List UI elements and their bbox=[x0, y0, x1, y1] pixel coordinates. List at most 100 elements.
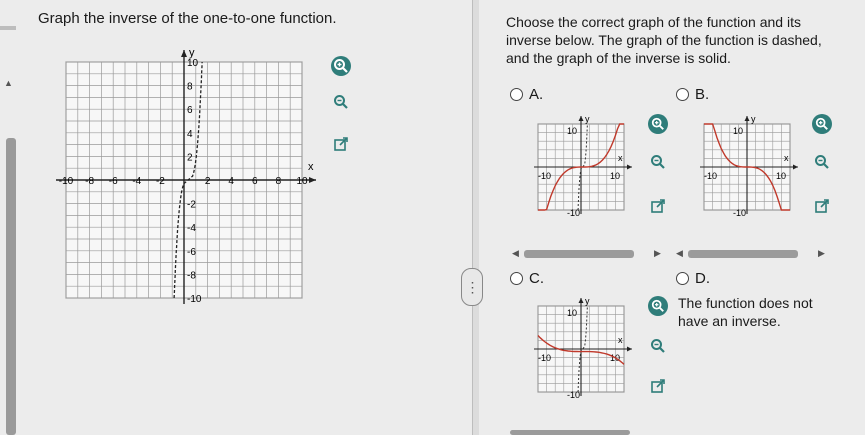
y-axis-arrow bbox=[181, 50, 187, 57]
x-axis-arrow bbox=[309, 177, 316, 183]
option-a-label: A. bbox=[529, 86, 544, 103]
zoom-out-icon bbox=[651, 339, 665, 353]
x-tick-label: 2 bbox=[205, 176, 211, 187]
x-tick-label: 10 bbox=[296, 176, 308, 187]
y-tick-label: 2 bbox=[187, 152, 193, 163]
pane-divider[interactable] bbox=[472, 0, 479, 435]
option-d-label: D. bbox=[695, 270, 710, 287]
option-b-zoom-out-button[interactable] bbox=[812, 152, 832, 172]
external-link-icon bbox=[334, 137, 348, 151]
y-top-label: 10 bbox=[733, 126, 743, 136]
option-a-zoom-out-button[interactable] bbox=[648, 152, 668, 172]
y-tick-label: 4 bbox=[187, 129, 193, 140]
y-top-label: 10 bbox=[567, 126, 577, 136]
x-tick-label: 8 bbox=[276, 176, 282, 187]
option-d-radio[interactable] bbox=[676, 272, 689, 285]
option-c-scrollbar[interactable] bbox=[510, 430, 630, 435]
option-b-graph[interactable]: 10 10 -10 -10 y x bbox=[694, 110, 806, 222]
y-axis-label: y bbox=[585, 296, 590, 306]
x-axis-arrow bbox=[627, 346, 632, 352]
y-bottom-label: -10 bbox=[733, 208, 746, 218]
option-c[interactable]: C. bbox=[510, 270, 544, 287]
option-b-scroll-right-icon[interactable]: ▶ bbox=[818, 248, 825, 259]
left-scrollbar[interactable] bbox=[6, 138, 16, 435]
y-tick-label: -10 bbox=[187, 294, 202, 305]
option-c-zoom-in-button[interactable] bbox=[648, 296, 668, 316]
collapse-tab[interactable] bbox=[0, 26, 16, 30]
option-c-zoom-out-button[interactable] bbox=[648, 336, 668, 356]
zoom-in-icon bbox=[651, 299, 664, 312]
main-graph[interactable]: yx-10 -8 -6 -4 -2 2 4 6 8 10108642-2-4-6-8-10 bbox=[40, 42, 330, 312]
option-a-scrollbar[interactable] bbox=[524, 250, 634, 258]
option-c-graph[interactable]: 1010-10-10yx bbox=[528, 292, 640, 404]
option-c-label: C. bbox=[529, 270, 544, 287]
x-left-label: -10 bbox=[538, 171, 551, 181]
y-axis-arrow bbox=[744, 116, 750, 121]
x-left-label: -10 bbox=[704, 171, 717, 181]
external-link-icon bbox=[815, 199, 829, 213]
option-a-radio[interactable] bbox=[510, 88, 523, 101]
option-a-open-button[interactable] bbox=[648, 196, 668, 216]
x-right-label: 10 bbox=[776, 171, 786, 181]
y-tick-label: -6 bbox=[187, 247, 196, 258]
option-a-graph[interactable]: 1010-10-10yx bbox=[528, 110, 640, 222]
x-tick-label: -10 bbox=[59, 176, 74, 187]
x-axis-arrow bbox=[793, 164, 798, 170]
y-tick-label: 10 bbox=[187, 58, 199, 69]
x-tick-label: -6 bbox=[109, 176, 118, 187]
option-b-zoom-in-button[interactable] bbox=[812, 114, 832, 134]
external-link-icon bbox=[651, 379, 665, 393]
zoom-in-icon bbox=[651, 117, 664, 130]
scroll-up-icon[interactable]: ▲ bbox=[4, 78, 13, 88]
option-b-label: B. bbox=[695, 86, 710, 103]
divider-handle[interactable]: ⋮ bbox=[461, 268, 483, 306]
zoom-out-icon bbox=[651, 155, 665, 169]
option-a-scroll-right-icon[interactable]: ▶ bbox=[654, 248, 661, 259]
x-axis-label: x bbox=[618, 335, 623, 345]
zoom-out-icon bbox=[334, 95, 348, 109]
option-b-scrollbar[interactable] bbox=[688, 250, 798, 258]
y-tick-label: 6 bbox=[187, 105, 193, 116]
y-tick-label: -2 bbox=[187, 200, 196, 211]
y-tick-label: -4 bbox=[187, 223, 196, 234]
zoom-out-button[interactable] bbox=[331, 92, 351, 112]
x-axis-label: x bbox=[308, 161, 314, 173]
zoom-in-button[interactable] bbox=[331, 56, 351, 76]
question-text: Graph the inverse of the one-to-one func… bbox=[38, 10, 337, 27]
y-axis-label: y bbox=[585, 114, 590, 124]
x-tick-label: -2 bbox=[156, 176, 165, 187]
open-graph-button[interactable] bbox=[331, 134, 351, 154]
option-c-open-button[interactable] bbox=[648, 376, 668, 396]
instructions-text: Choose the correct graph of the function… bbox=[506, 14, 822, 66]
zoom-in-icon bbox=[815, 117, 828, 130]
option-b[interactable]: B. bbox=[676, 86, 709, 103]
x-axis-arrow bbox=[627, 164, 632, 170]
grip-icon: ⋮ bbox=[465, 279, 480, 295]
y-top-label: 10 bbox=[567, 308, 577, 318]
option-b-radio[interactable] bbox=[676, 88, 689, 101]
option-a-zoom-in-button[interactable] bbox=[648, 114, 668, 134]
option-c-radio[interactable] bbox=[510, 272, 523, 285]
x-tick-label: -8 bbox=[85, 176, 94, 187]
x-tick-label: 6 bbox=[252, 176, 258, 187]
x-left-label: -10 bbox=[538, 353, 551, 363]
x-tick-label: -4 bbox=[132, 176, 141, 187]
option-d[interactable]: D. bbox=[676, 270, 710, 287]
x-axis-label: x bbox=[784, 153, 789, 163]
x-tick-label: 4 bbox=[228, 176, 234, 187]
y-axis-arrow bbox=[578, 116, 584, 121]
y-axis-label: y bbox=[751, 114, 756, 124]
x-axis-label: x bbox=[618, 153, 623, 163]
x-right-label: 10 bbox=[610, 171, 620, 181]
option-b-open-button[interactable] bbox=[812, 196, 832, 216]
option-d-text: The function does not have an inverse. bbox=[678, 295, 813, 329]
option-b-scroll-left-icon[interactable]: ◀ bbox=[676, 248, 683, 259]
external-link-icon bbox=[651, 199, 665, 213]
option-a-scroll-left-icon[interactable]: ◀ bbox=[512, 248, 519, 259]
zoom-out-icon bbox=[815, 155, 829, 169]
y-tick-label: -8 bbox=[187, 270, 196, 281]
y-tick-label: 8 bbox=[187, 82, 193, 93]
zoom-in-icon bbox=[334, 59, 348, 73]
y-axis-arrow bbox=[578, 298, 584, 303]
option-a[interactable]: A. bbox=[510, 86, 543, 103]
